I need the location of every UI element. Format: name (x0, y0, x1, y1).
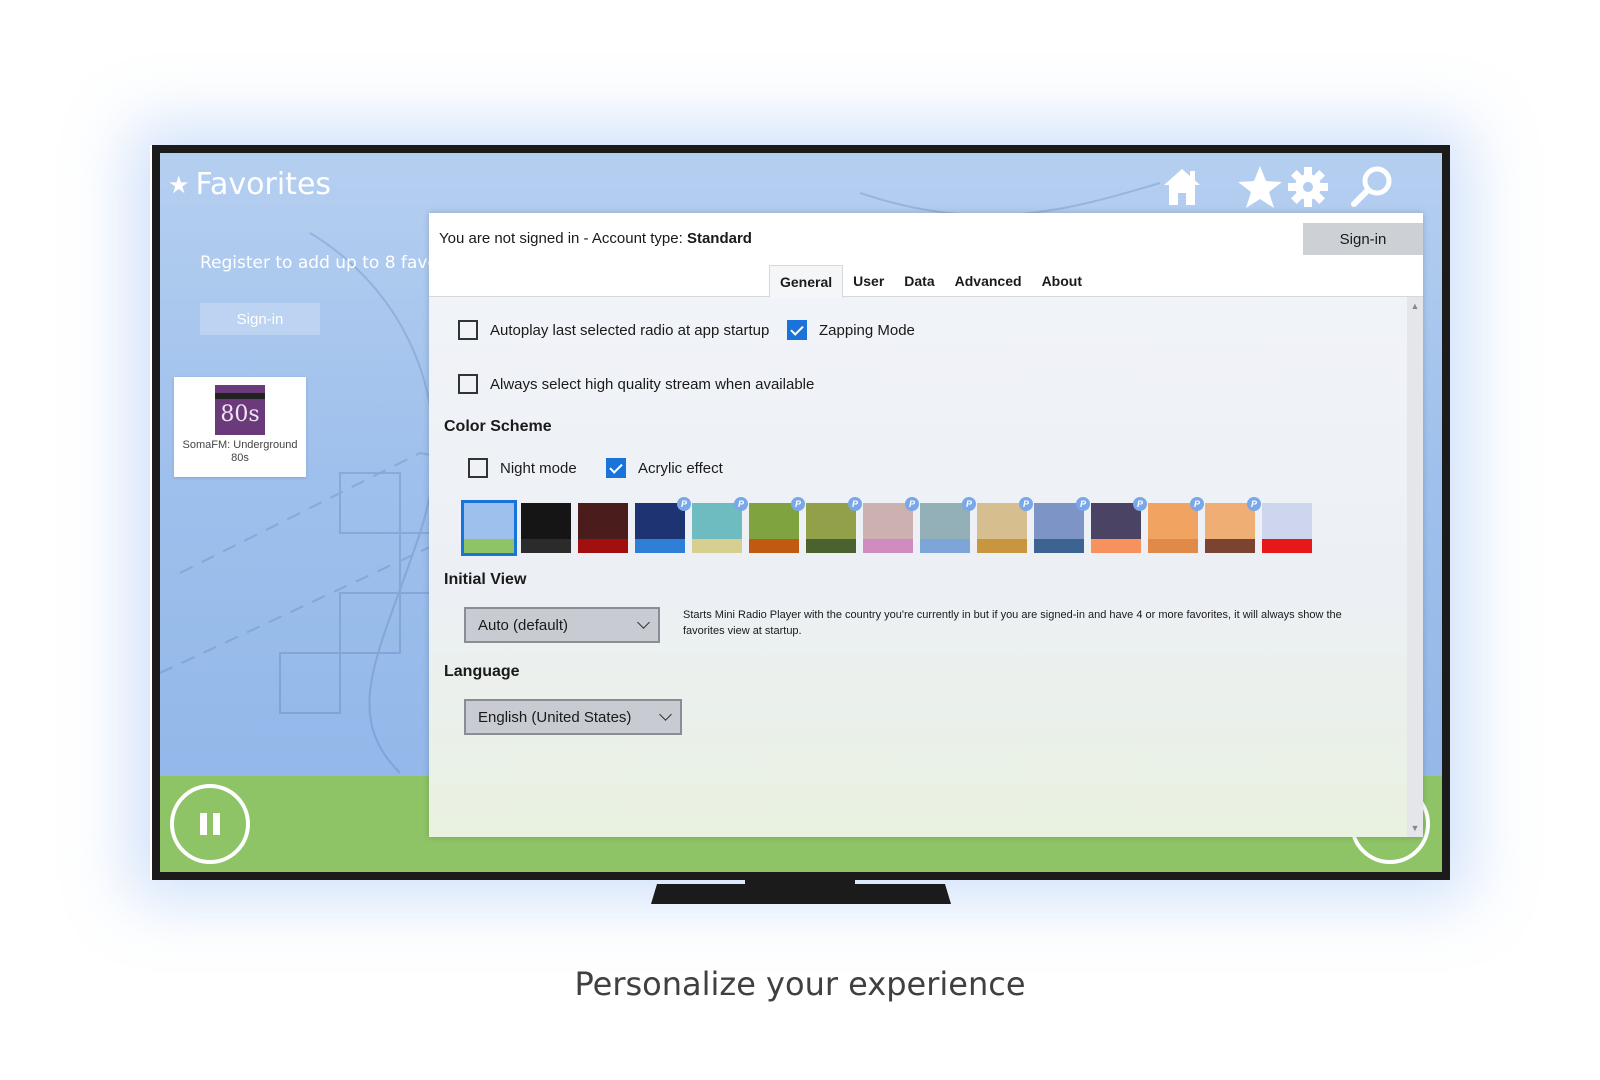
account-status: You are not signed in - Account type: St… (439, 230, 752, 247)
tab-advanced[interactable]: Advanced (945, 265, 1032, 297)
home-icon[interactable] (1156, 161, 1208, 213)
language-title: Language (444, 663, 520, 680)
search-icon[interactable] (1346, 161, 1398, 213)
account-status-prefix: You are not signed in - Account type: (439, 230, 687, 247)
scroll-up-icon[interactable]: ▲ (1410, 301, 1420, 311)
autoplay-checkbox[interactable] (458, 320, 478, 340)
station-name: SomaFM: Underground 80s (182, 439, 298, 464)
chevron-down-icon (637, 616, 650, 629)
premium-badge-icon: P (848, 497, 862, 511)
register-hint: Register to add up to 8 favo (200, 253, 438, 273)
tab-user[interactable]: User (843, 265, 894, 297)
tagline: Personalize your experience (574, 965, 1026, 1003)
color-swatch[interactable] (1262, 503, 1312, 553)
language-select[interactable]: English (United States) (464, 699, 682, 735)
high-quality-option[interactable]: Always select high quality stream when a… (458, 374, 814, 394)
color-swatch[interactable]: P (1091, 497, 1147, 553)
high-quality-label: Always select high quality stream when a… (490, 375, 815, 393)
color-swatches: PPPPPPPPPPP (461, 497, 1312, 556)
station-tile[interactable]: 80s SomaFM: Underground 80s (174, 377, 306, 477)
settings-header: You are not signed in - Account type: St… (429, 213, 1423, 298)
zapping-option[interactable]: Zapping Mode (787, 320, 915, 340)
autoplay-option[interactable]: Autoplay last selected radio at app star… (458, 320, 769, 340)
premium-badge-icon: P (1247, 497, 1261, 511)
initial-view-select[interactable]: Auto (default) (464, 607, 660, 643)
zapping-checkbox[interactable] (787, 320, 807, 340)
initial-view-help: Starts Mini Radio Player with the countr… (683, 609, 1342, 637)
favorites-signin-button[interactable]: Sign-in (200, 303, 320, 335)
color-swatch[interactable]: P (749, 497, 805, 553)
chevron-down-icon (659, 708, 672, 721)
premium-badge-icon: P (677, 497, 691, 511)
scrollbar[interactable]: ▲ ▼ (1407, 297, 1423, 837)
color-swatch[interactable]: P (1205, 497, 1261, 553)
premium-badge-icon: P (734, 497, 748, 511)
premium-badge-icon: P (791, 497, 805, 511)
acrylic-label: Acrylic effect (638, 459, 723, 477)
color-swatch[interactable]: P (692, 497, 748, 553)
color-swatch[interactable]: P (920, 497, 976, 553)
language-value: English (United States) (478, 708, 632, 726)
account-type: Standard (686, 230, 752, 247)
color-swatch[interactable]: P (977, 497, 1033, 553)
pause-icon (200, 813, 207, 835)
color-swatch[interactable] (578, 503, 628, 553)
color-swatch[interactable] (461, 500, 517, 556)
tab-data[interactable]: Data (894, 265, 944, 297)
tab-about[interactable]: About (1032, 265, 1092, 297)
color-swatch[interactable]: P (1148, 497, 1204, 553)
premium-badge-icon: P (1133, 497, 1147, 511)
color-swatch[interactable]: P (806, 497, 862, 553)
station-logo: 80s (215, 385, 265, 435)
page-title-text: Favorites (195, 167, 332, 202)
tv-stand (651, 884, 951, 904)
night-mode-option[interactable]: Night mode (468, 458, 577, 478)
premium-badge-icon: P (1019, 497, 1033, 511)
settings-tabs: General User Data Advanced About (769, 265, 1092, 298)
color-swatch[interactable]: P (863, 497, 919, 553)
premium-badge-icon: P (1190, 497, 1204, 511)
app-screen: ★ Favorites Register to add up to 8 favo… (160, 153, 1442, 872)
gear-icon[interactable] (1282, 161, 1334, 213)
premium-badge-icon: P (905, 497, 919, 511)
night-mode-checkbox[interactable] (468, 458, 488, 478)
tab-general[interactable]: General (769, 265, 844, 298)
acrylic-checkbox[interactable] (606, 458, 626, 478)
high-quality-checkbox[interactable] (458, 374, 478, 394)
star-icon[interactable] (1234, 161, 1286, 213)
signin-button[interactable]: Sign-in (1303, 223, 1423, 255)
initial-view-value: Auto (default) (478, 616, 569, 634)
color-swatch[interactable] (521, 503, 571, 553)
station-logo-text: 80s (220, 402, 260, 427)
autoplay-label: Autoplay last selected radio at app star… (490, 321, 770, 339)
initial-view-title: Initial View (444, 571, 527, 588)
premium-badge-icon: P (962, 497, 976, 511)
pause-button[interactable] (170, 784, 250, 864)
color-scheme-title: Color Scheme (444, 418, 552, 435)
color-swatch[interactable]: P (635, 497, 691, 553)
premium-badge-icon: P (1076, 497, 1090, 511)
page-title: ★ Favorites (168, 167, 331, 202)
color-swatch[interactable]: P (1034, 497, 1090, 553)
night-mode-label: Night mode (500, 459, 577, 477)
zapping-label: Zapping Mode (819, 321, 915, 339)
scroll-down-icon[interactable]: ▼ (1410, 823, 1420, 833)
acrylic-option[interactable]: Acrylic effect (606, 458, 723, 478)
settings-dialog: You are not signed in - Account type: St… (429, 213, 1423, 837)
star-icon: ★ (168, 170, 190, 199)
